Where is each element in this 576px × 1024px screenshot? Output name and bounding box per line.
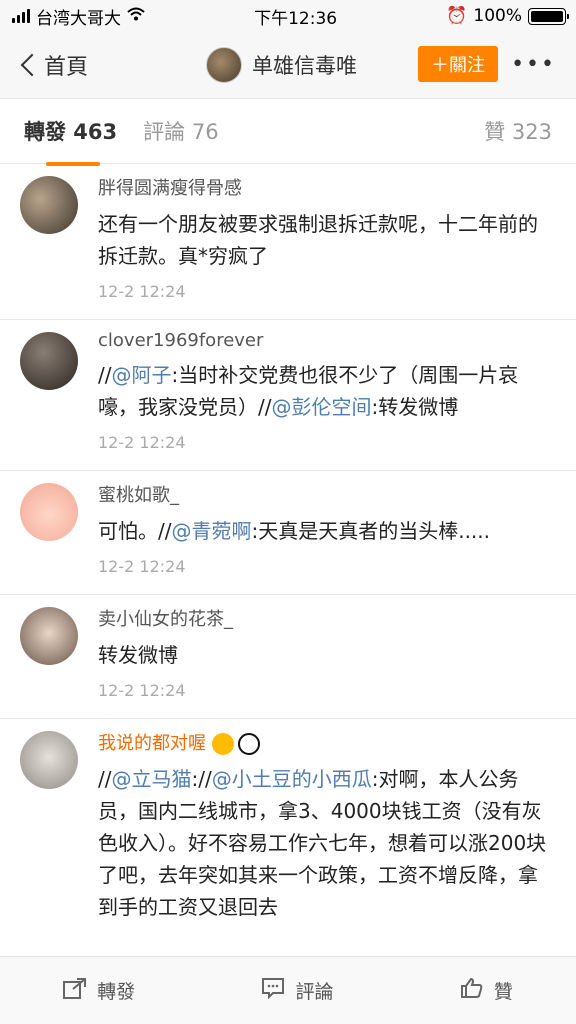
like-button[interactable]: 贊 bbox=[460, 977, 513, 1004]
text-segment: 可怕。// bbox=[98, 519, 172, 543]
text-segment: :// bbox=[191, 767, 212, 791]
user-name[interactable]: 蜜桃如歌_ bbox=[98, 481, 556, 507]
panda-icon bbox=[238, 733, 260, 755]
tab-like[interactable]: 贊 323 bbox=[484, 116, 552, 146]
list-item[interactable]: 我说的都对喔 //@立马猫://@小土豆的小西瓜:对啊，本人公务员，国内二线城市… bbox=[0, 719, 576, 923]
wifi-icon bbox=[127, 6, 145, 26]
list-item[interactable]: 胖得圆满瘦得骨感 还有一个朋友被要求强制退拆迁款呢，十二年前的拆迁款。真*穷疯了… bbox=[0, 164, 576, 320]
crown-badge-icon bbox=[212, 733, 234, 755]
timestamp: 12-2 12:24 bbox=[98, 557, 186, 576]
tab-bar: 轉發 463 評論 76 贊 323 bbox=[0, 98, 576, 166]
comment-button[interactable]: 評論 bbox=[261, 977, 334, 1004]
timestamp: 12-2 12:24 bbox=[98, 681, 186, 700]
avatar[interactable] bbox=[20, 731, 78, 789]
post-text: 可怕。//@青菀啊:天真是天真者的当头棒..... bbox=[98, 515, 556, 547]
back-label: 首頁 bbox=[44, 55, 89, 80]
thumbs-up-icon bbox=[460, 977, 484, 1004]
more-icon[interactable]: ••• bbox=[511, 52, 556, 77]
mention-link[interactable]: @阿子 bbox=[111, 363, 171, 387]
tab-comment[interactable]: 評論 76 bbox=[143, 116, 218, 146]
comment-icon bbox=[261, 977, 285, 1004]
mention-link[interactable]: @彭伦空间 bbox=[271, 395, 371, 419]
bottom-toolbar: 轉發 評論 贊 bbox=[0, 956, 576, 1024]
post-text: 还有一个朋友被要求强制退拆迁款呢，十二年前的拆迁款。真*穷疯了 bbox=[98, 212, 538, 268]
chevron-left-icon bbox=[20, 53, 44, 77]
avatar[interactable] bbox=[206, 47, 242, 83]
user-name[interactable]: clover1969forever bbox=[98, 330, 556, 351]
share-icon bbox=[63, 977, 87, 1004]
avatar[interactable] bbox=[20, 483, 78, 541]
forward-label: 轉發 bbox=[97, 981, 136, 1003]
alarm-icon: ⏰ bbox=[446, 6, 468, 26]
like-label: 贊 bbox=[493, 981, 513, 1003]
comment-label: 評論 bbox=[295, 981, 334, 1003]
battery-icon bbox=[528, 7, 569, 25]
timestamp: 12-2 12:24 bbox=[98, 433, 186, 452]
signal-icon bbox=[12, 9, 30, 23]
mention-link[interactable]: @立马猫 bbox=[111, 767, 191, 791]
list-item[interactable]: 卖小仙女的花茶_ 转发微博 12-2 12:24 bbox=[0, 595, 576, 719]
clock: 下午12:36 bbox=[254, 8, 338, 29]
list-item[interactable]: 蜜桃如歌_ 可怕。//@青菀啊:天真是天真者的当头棒..... 12-2 12:… bbox=[0, 471, 576, 595]
battery-percent: 100% bbox=[473, 6, 522, 26]
follow-button[interactable]: ＋關注 bbox=[418, 46, 498, 82]
tab-forward[interactable]: 轉發 463 bbox=[24, 116, 117, 166]
forward-list: 胖得圆满瘦得骨感 还有一个朋友被要求强制退拆迁款呢，十二年前的拆迁款。真*穷疯了… bbox=[0, 164, 576, 923]
post-text: //@阿子:当时补交党费也很不少了（周围一片哀嚎，我家没党员）//@彭伦空间:转… bbox=[98, 359, 556, 423]
profile-name: 单雄信毒唯 bbox=[252, 54, 357, 78]
post-text: 转发微博 bbox=[98, 643, 178, 667]
mention-link[interactable]: @小土豆的小西瓜 bbox=[212, 767, 372, 791]
user-name[interactable]: 卖小仙女的花茶_ bbox=[98, 605, 556, 631]
text-segment: :转发微博 bbox=[371, 395, 459, 419]
nav-bar: 首頁 单雄信毒唯 ＋關注 ••• bbox=[0, 32, 576, 98]
back-button[interactable]: 首頁 bbox=[18, 49, 88, 81]
post-text: //@立马猫://@小土豆的小西瓜:对啊，本人公务员，国内二线城市，拿3、400… bbox=[98, 763, 556, 923]
user-name[interactable]: 胖得圆满瘦得骨感 bbox=[98, 174, 556, 200]
user-name[interactable]: 我说的都对喔 bbox=[98, 729, 556, 755]
text-segment: // bbox=[98, 767, 112, 791]
profile-header[interactable]: 单雄信毒唯 bbox=[206, 47, 357, 83]
user-name-text: 我说的都对喔 bbox=[98, 733, 206, 754]
text-segment: // bbox=[98, 363, 112, 387]
text-segment: :天真是天真者的当头棒..... bbox=[251, 519, 491, 543]
carrier: 台湾大哥大 bbox=[36, 8, 121, 29]
status-bar: 台湾大哥大 下午12:36 ⏰ 100% bbox=[0, 0, 576, 32]
forward-button[interactable]: 轉發 bbox=[63, 977, 135, 1004]
avatar[interactable] bbox=[20, 607, 78, 665]
avatar[interactable] bbox=[20, 332, 78, 390]
mention-link[interactable]: @青菀啊 bbox=[171, 519, 251, 543]
timestamp: 12-2 12:24 bbox=[98, 282, 186, 301]
list-item[interactable]: clover1969forever //@阿子:当时补交党费也很不少了（周围一片… bbox=[0, 320, 576, 471]
avatar[interactable] bbox=[20, 176, 78, 234]
